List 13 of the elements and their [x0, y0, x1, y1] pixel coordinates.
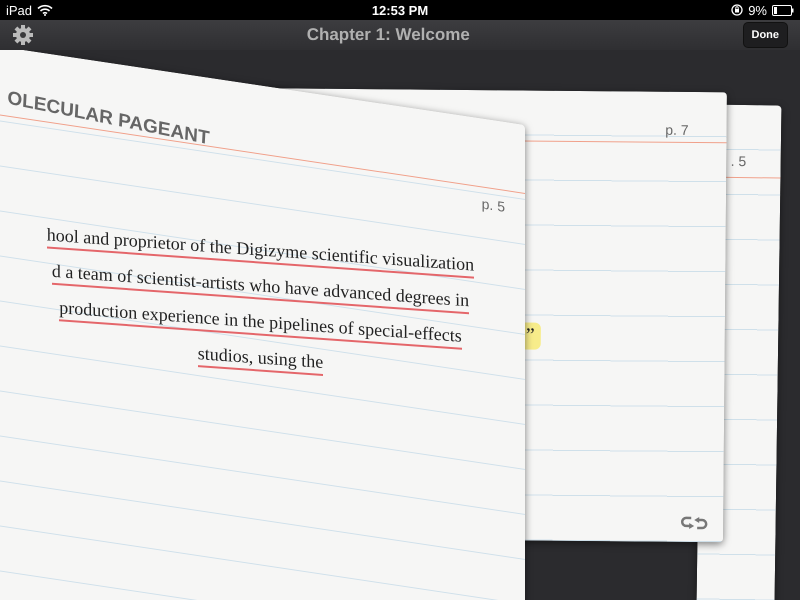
battery-icon [772, 4, 794, 16]
status-time: 12:53 PM [372, 2, 428, 18]
page-number: p. 7 [665, 122, 689, 138]
page-number: p. 5 [482, 195, 505, 215]
settings-icon[interactable] [12, 24, 34, 46]
flip-icon[interactable] [679, 514, 710, 532]
wifi-icon [37, 4, 54, 16]
chapter-title: Chapter 1: Welcome [306, 25, 470, 45]
battery-percent: 9% [748, 2, 767, 18]
carrier-label: iPad [6, 2, 32, 18]
page-number: . 5 [730, 152, 746, 170]
done-button[interactable]: Done [742, 22, 788, 48]
rotation-lock-icon [731, 4, 744, 16]
